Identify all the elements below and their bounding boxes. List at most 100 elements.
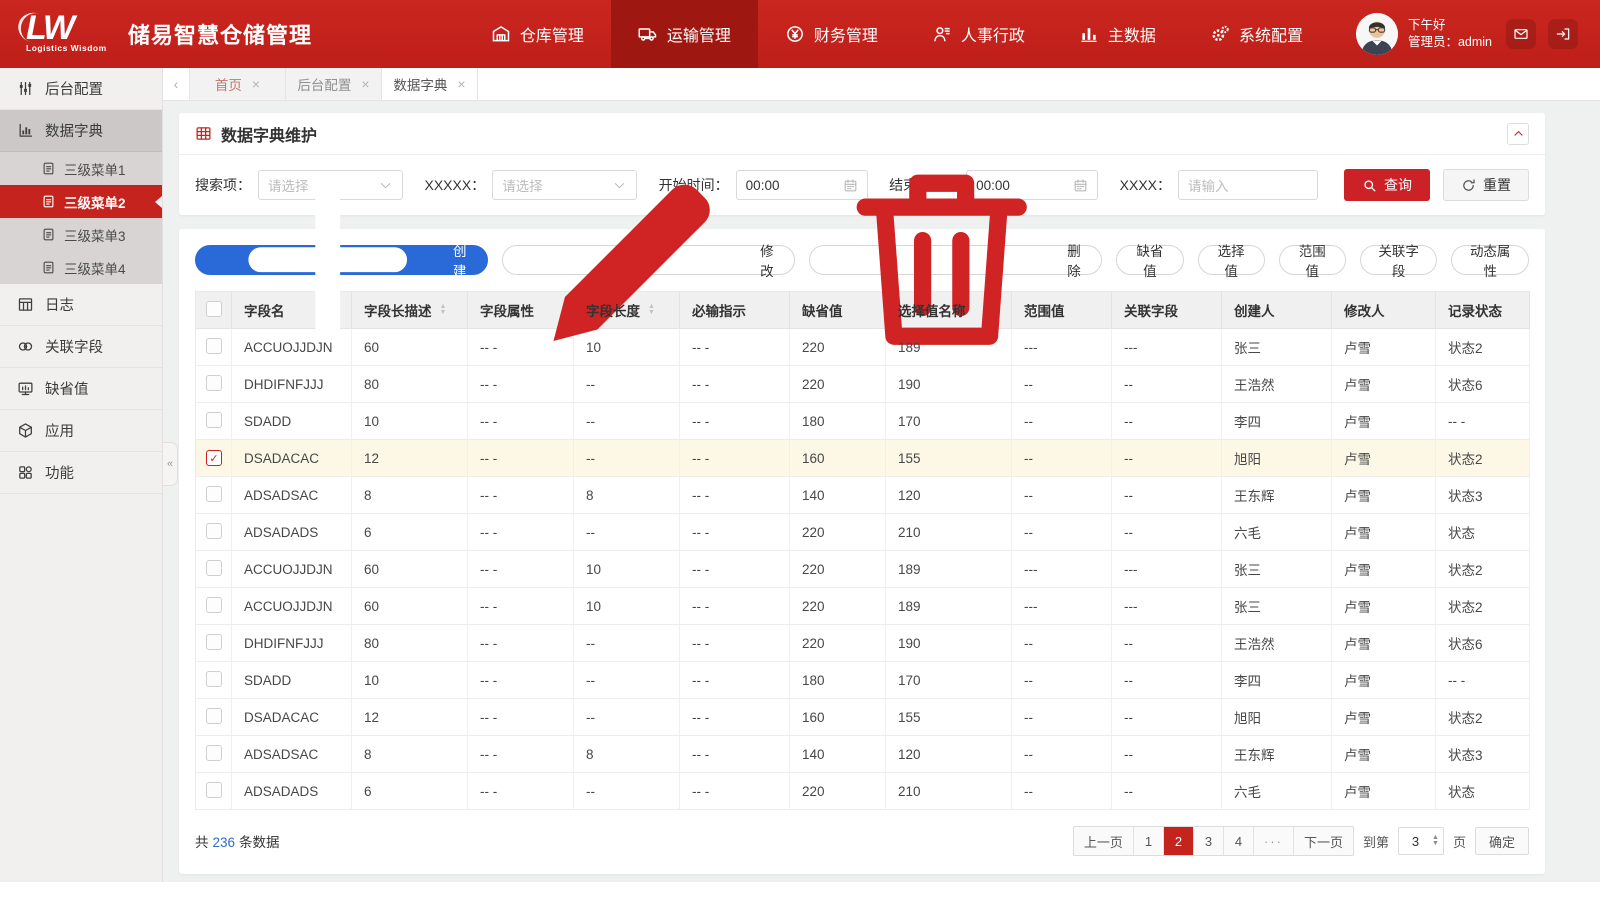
row-checkbox[interactable] — [206, 707, 222, 724]
sort-icon[interactable]: ▲ ▼ — [440, 303, 447, 316]
default-value-button[interactable]: 缺省值 — [1116, 244, 1184, 279]
nav-item-label: 人事行政 — [960, 28, 1025, 45]
row-checkbox[interactable]: ✓ — [206, 450, 222, 467]
modify-button[interactable]: 修改 — [502, 184, 796, 342]
sidebar-item-apps[interactable]: 应用 — [0, 410, 162, 452]
table-cell: 6 — [351, 772, 468, 810]
sidebar-item-logs[interactable]: 日志 — [0, 284, 162, 326]
close-icon[interactable]: × — [457, 76, 465, 92]
row-checkbox[interactable] — [206, 781, 222, 798]
tab-data-dict[interactable]: 数据字典 × — [382, 68, 478, 100]
sidebar-item-submenu-4[interactable]: 三级菜单4 — [0, 251, 162, 284]
create-button[interactable]: 创建 — [195, 180, 489, 340]
row-checkbox-cell — [195, 476, 232, 514]
row-checkbox[interactable] — [206, 670, 222, 687]
row-checkbox[interactable] — [206, 596, 222, 613]
cell-value: 8 — [586, 487, 594, 503]
select-all-checkbox[interactable] — [206, 300, 222, 317]
row-checkbox[interactable] — [206, 522, 222, 539]
query-button[interactable]: 查询 — [1344, 169, 1430, 201]
cell-value: 60 — [364, 561, 380, 577]
table-cell: 12 — [351, 439, 468, 477]
column-label: 创建人 — [1234, 300, 1331, 320]
row-checkbox[interactable] — [206, 485, 222, 502]
row-checkbox-cell — [195, 587, 232, 625]
select-value-button[interactable]: 选择值 — [1197, 244, 1265, 279]
cell-value: 8 — [586, 746, 594, 762]
row-checkbox[interactable] — [206, 559, 222, 576]
pencil-icon — [520, 145, 749, 374]
table-cell: -- — [1111, 439, 1222, 477]
page-4-button[interactable]: 4 — [1223, 827, 1254, 855]
page-1-button[interactable]: 1 — [1133, 827, 1164, 855]
close-icon[interactable]: × — [361, 76, 369, 92]
nav-item-warehouse[interactable]: 仓库管理 — [464, 0, 611, 68]
panel-collapse-button[interactable] — [1507, 122, 1529, 145]
cell-value: 220 — [802, 561, 825, 577]
main-area: ‹ 首页 × 后台配置 × 数据字典 × 数据字典维护 搜索项： 请选择 XXXXX： 请选择开… — [163, 68, 1600, 882]
sidebar-item-submenu-2[interactable]: 三级菜单2 — [0, 185, 162, 218]
close-icon[interactable]: × — [252, 76, 260, 92]
cell-value: 卢雪 — [1344, 415, 1371, 430]
row-checkbox[interactable] — [206, 411, 222, 428]
tab-home[interactable]: 首页 × — [190, 68, 286, 100]
cell-value: 状态2 — [1448, 452, 1483, 467]
range-value-button[interactable]: 范围值 — [1278, 244, 1346, 279]
nav-item-master-data[interactable]: 主数据 — [1052, 0, 1183, 68]
tab-backend-config[interactable]: 后台配置 × — [286, 68, 382, 100]
button-label: 删除 — [1067, 244, 1081, 279]
next-page-button[interactable]: 下一页 — [1293, 827, 1353, 855]
sidebar-item-related-fields[interactable]: 关联字段 — [0, 326, 162, 368]
cell-value: 状态 — [1448, 526, 1475, 541]
input-placeholder: 请输入 — [1188, 179, 1229, 194]
filter-xxxx-input[interactable]: 请输入 — [1178, 170, 1318, 200]
cell-value: -- - — [692, 635, 710, 651]
sidebar-item-data-dict[interactable]: 数据字典 — [0, 110, 162, 152]
related-field-button[interactable]: 关联字段 — [1359, 244, 1438, 279]
sidebar-item-default-values[interactable]: 缺省值 — [0, 368, 162, 410]
tab-scroll-left-button[interactable]: ‹ — [163, 68, 190, 100]
tabs: 首页 × 后台配置 × 数据字典 × — [190, 68, 478, 100]
sidebar-item-submenu-1[interactable]: 三级菜单1 — [0, 152, 162, 185]
sidebar-item-functions[interactable]: 功能 — [0, 452, 162, 494]
cell-value: 170 — [898, 672, 921, 688]
sidebar-item-label: 关联字段 — [45, 340, 103, 356]
cell-value: -- - — [480, 339, 498, 355]
column-title: 字段名 — [244, 304, 285, 319]
column-title: 必输指示 — [692, 304, 746, 319]
cell-value: 李四 — [1234, 415, 1261, 430]
sort-icon[interactable]: ▲ ▼ — [648, 303, 655, 316]
goto-page-input[interactable]: 3 ▲ ▼ — [1397, 827, 1444, 855]
avatar[interactable] — [1355, 13, 1398, 55]
prev-page-button[interactable]: 上一页 — [1073, 827, 1134, 855]
cell-value: -- — [1024, 672, 1033, 688]
nav-item-system-config[interactable]: 系统配置 — [1183, 0, 1330, 68]
row-checkbox[interactable] — [206, 633, 222, 650]
row-checkbox[interactable] — [206, 337, 222, 354]
tab-label: 数据字典 — [393, 78, 448, 93]
nav-item-finance[interactable]: 财务管理 — [758, 0, 905, 68]
table-cell: 卢雪 — [1331, 735, 1436, 773]
logout-button[interactable] — [1548, 19, 1578, 49]
cell-value: 120 — [898, 746, 921, 762]
table-cell: -- - — [679, 661, 790, 699]
page-2-button[interactable]: 2 — [1163, 827, 1194, 855]
confirm-page-button[interactable]: 确定 — [1474, 827, 1529, 855]
nav-item-transport[interactable]: 运输管理 — [610, 0, 758, 68]
warehouse-icon — [491, 24, 511, 44]
nav-item-hr[interactable]: 人事行政 — [905, 0, 1052, 68]
table-cell: -- - — [467, 624, 574, 662]
row-checkbox[interactable] — [206, 374, 222, 391]
delete-button[interactable]: 删除 — [809, 174, 1103, 346]
mail-button[interactable] — [1506, 19, 1536, 49]
page-3-button[interactable]: 3 — [1193, 827, 1224, 855]
table-cell: 120 — [885, 735, 1012, 773]
sidebar-item-submenu-3[interactable]: 三级菜单3 — [0, 218, 162, 251]
dynamic-attr-button[interactable]: 动态属性 — [1451, 244, 1529, 279]
row-checkbox[interactable] — [206, 744, 222, 761]
stepper-arrows-icon[interactable]: ▲ ▼ — [1432, 834, 1443, 847]
sidebar-item-backend-config[interactable]: 后台配置 — [0, 68, 162, 110]
sidebar-collapse-handle[interactable]: « — [163, 442, 178, 486]
reset-button[interactable]: 重置 — [1443, 169, 1529, 201]
tab-bar: ‹ 首页 × 后台配置 × 数据字典 × — [163, 68, 1600, 101]
